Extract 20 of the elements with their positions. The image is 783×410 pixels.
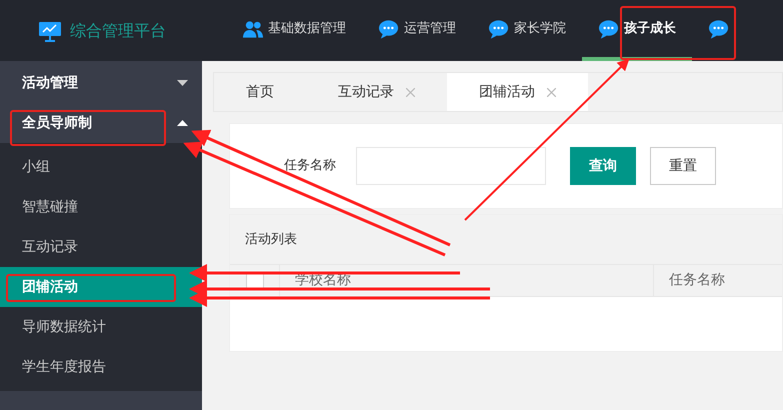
card-title: 活动列表: [245, 230, 297, 249]
sidebar-subitem[interactable]: 学生年度报告: [0, 347, 202, 387]
nav-item[interactable]: 基础数据管理: [226, 0, 362, 61]
sidebar-item[interactable]: 活动管理: [0, 63, 202, 103]
nav-item[interactable]: 运营管理: [362, 0, 472, 61]
page-tab[interactable]: 首页: [214, 73, 306, 111]
nav-item[interactable]: 家长学院: [472, 0, 582, 61]
field-label: 任务名称: [284, 157, 337, 176]
column-header: 任务名称: [668, 271, 726, 290]
page-tab[interactable]: 团辅活动: [447, 73, 588, 111]
query-button[interactable]: 查询: [570, 147, 636, 185]
page-tab[interactable]: 互动记录: [306, 73, 447, 111]
nav-item[interactable]: 孩子成长: [582, 0, 692, 61]
sidebar-subitem[interactable]: 导师数据统计: [0, 307, 202, 347]
app-title: 综合管理平台: [70, 20, 166, 42]
sidebar-subitem[interactable]: 互动记录: [0, 227, 202, 267]
sidebar-item[interactable]: 全员导师制: [0, 103, 202, 143]
sidebar-subitem[interactable]: 智慧碰撞: [0, 187, 202, 227]
sidebar-subitem[interactable]: 小组: [0, 147, 202, 187]
reset-button[interactable]: 重置: [650, 147, 716, 185]
